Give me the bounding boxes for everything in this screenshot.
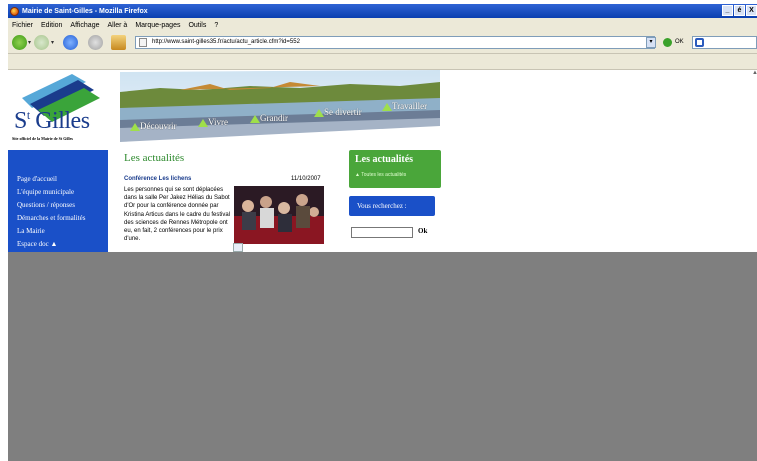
arrow-icon: ▲	[355, 172, 360, 178]
back-arrow-icon[interactable]	[12, 35, 27, 50]
page-icon	[139, 38, 147, 47]
banner-nav-decouvrir[interactable]: Découvrir	[130, 121, 176, 131]
sidebar-item-accueil[interactable]: Page d'accueil	[17, 175, 57, 183]
news-box: Les actualités ▲ Toutes les actualités	[349, 150, 441, 188]
triangle-icon	[130, 123, 140, 131]
menu-edition[interactable]: Edition	[41, 22, 62, 29]
site-logo[interactable]: St Gilles Site officiel de la Mairie de …	[8, 70, 116, 152]
go-button[interactable]: OK	[675, 39, 684, 45]
window-controls: _ é X	[721, 5, 757, 16]
search-input[interactable]	[692, 36, 757, 49]
sidebar-nav: Page d'accueil L'équipe municipale Quest…	[8, 150, 108, 252]
menu-fichier[interactable]: Fichier	[12, 22, 33, 29]
site-search-input[interactable]	[351, 227, 413, 238]
menu-bar: Fichier Edition Affichage Aller à Marque…	[8, 18, 757, 32]
forward-dropdown-icon[interactable]: ▾	[51, 39, 54, 46]
news-box-heading: Les actualités	[355, 154, 414, 165]
gray-overlay	[8, 252, 757, 461]
main-content: Les actualités Conférence Les lichens 11…	[122, 152, 332, 252]
banner: Découvrir Vivre Grandir Se divertir Trav…	[120, 70, 440, 142]
article-title-link[interactable]: Conférence Les lichens	[124, 176, 191, 182]
banner-nav-se-divertir[interactable]: Se divertir	[314, 107, 362, 117]
window-title: Mairie de Saint-Gilles - Mozilla Firefox	[22, 7, 148, 15]
article-date: 11/10/2007	[291, 176, 321, 182]
sidebar-item-equipe[interactable]: L'équipe municipale	[17, 188, 74, 196]
stop-icon[interactable]	[88, 35, 103, 50]
title-bar: Mairie de Saint-Gilles - Mozilla Firefox…	[8, 4, 757, 18]
document-icon: ▲	[50, 240, 58, 248]
reload-icon[interactable]	[63, 35, 78, 50]
minimize-button[interactable]: _	[722, 5, 733, 16]
back-dropdown-icon[interactable]: ▾	[28, 39, 31, 46]
sidebar-item-mairie[interactable]: La Mairie	[17, 227, 45, 235]
banner-nav-travailler[interactable]: Travailler	[382, 101, 427, 111]
url-text: http://www.saint-gilles35.fr/actu/actu_a…	[152, 39, 300, 45]
news-heading: Les actualités	[124, 152, 185, 164]
search-engine-icon[interactable]	[695, 38, 704, 47]
logo-subtitle: Site officiel de la Mairie de St Gilles	[12, 136, 73, 141]
logo-title: St Gilles	[14, 108, 90, 134]
scroll-marker-icon: ▲	[752, 70, 757, 76]
menu-help[interactable]: ?	[214, 22, 218, 29]
triangle-icon	[314, 109, 324, 117]
banner-nav-grandir[interactable]: Grandir	[250, 113, 288, 123]
navigation-toolbar: ▾ ▾ http://www.saint-gilles35.fr/actu/ac…	[8, 32, 757, 54]
menu-aller-a[interactable]: Aller à	[107, 22, 127, 29]
maximize-button[interactable]: é	[734, 5, 745, 16]
address-bar[interactable]: http://www.saint-gilles35.fr/actu/actu_a…	[135, 36, 655, 49]
article-photo[interactable]	[234, 186, 324, 244]
triangle-icon	[250, 115, 260, 123]
photo-enlarge-icon[interactable]	[233, 243, 243, 252]
bookmarks-toolbar	[8, 54, 757, 70]
banner-nav-vivre[interactable]: Vivre	[198, 117, 228, 127]
site-search-ok-button[interactable]: Ok	[418, 227, 427, 235]
firefox-icon	[10, 6, 19, 16]
sidebar-item-espace-doc[interactable]: Espace doc ▲	[17, 240, 57, 248]
menu-outils[interactable]: Outils	[188, 22, 206, 29]
search-panel: Vous recherchez :	[349, 196, 435, 216]
article-text: Les personnes qui se sont déplacées dans…	[124, 187, 231, 243]
triangle-icon	[198, 119, 208, 127]
all-news-link[interactable]: ▲ Toutes les actualités	[355, 172, 406, 178]
audience-photo	[234, 186, 324, 244]
go-icon[interactable]	[663, 38, 672, 47]
forward-arrow-icon[interactable]	[34, 35, 49, 50]
webpage: St Gilles Site officiel de la Mairie de …	[8, 70, 757, 252]
menu-marque-pages[interactable]: Marque-pages	[135, 22, 180, 29]
url-dropdown-icon[interactable]: ▾	[646, 37, 656, 48]
close-button[interactable]: X	[746, 5, 757, 16]
triangle-icon	[382, 103, 392, 111]
sidebar-item-questions[interactable]: Questions / réponses	[17, 201, 75, 209]
home-icon[interactable]	[111, 35, 126, 50]
screen: Mairie de Saint-Gilles - Mozilla Firefox…	[0, 0, 757, 461]
search-label: Vous recherchez :	[357, 202, 407, 210]
sidebar-item-demarches[interactable]: Démarches et formalités	[17, 214, 85, 222]
menu-affichage[interactable]: Affichage	[70, 22, 99, 29]
